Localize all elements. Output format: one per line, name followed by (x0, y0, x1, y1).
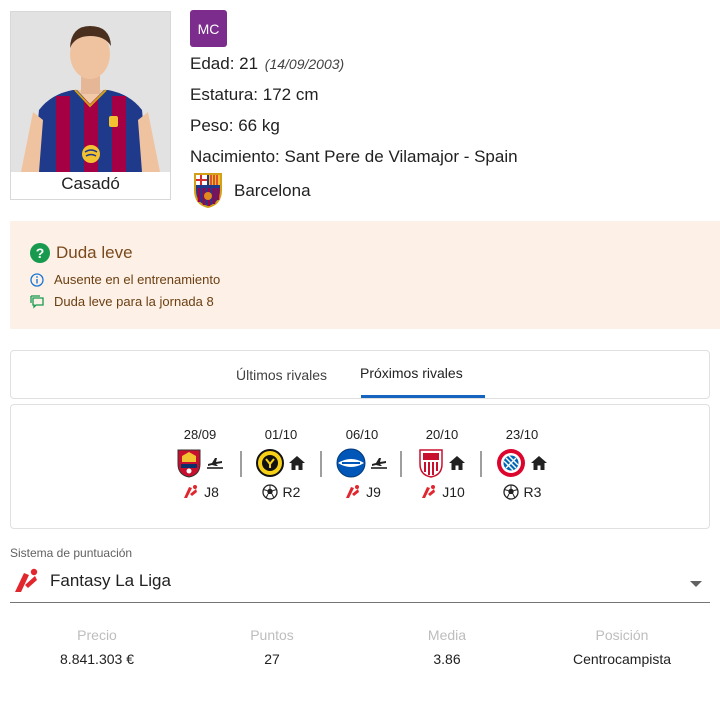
scoring-system-label: Sistema de puntuación (10, 546, 133, 560)
stat-position: Posición Centrocampista (542, 627, 702, 667)
fixture-item[interactable]: 23/10 R3 (487, 427, 557, 503)
stat-value: 27 (264, 651, 280, 667)
stat-value: 8.841.303 € (60, 651, 134, 667)
tab-next-rivals[interactable]: Próximos rivales (360, 365, 463, 381)
barcelona-crest-icon[interactable] (191, 172, 225, 208)
stat-label: Puntos (250, 627, 294, 643)
scoring-system-select[interactable]: Fantasy La Liga (10, 563, 710, 603)
status-line-matchday: Duda leve para la jornada 8 (30, 294, 214, 309)
fixture-item[interactable]: 06/10 J9 (327, 427, 397, 503)
status-title: ? Duda leve (30, 243, 133, 263)
status-line-training: Ausente en el entrenamiento (30, 272, 220, 287)
fixture-item[interactable]: 28/09 J8 (165, 427, 235, 503)
osasuna-crest-icon (177, 449, 201, 478)
injury-status-panel: ? Duda leve Ausente en el entrenamiento … (10, 221, 720, 329)
player-photo-card: Casadó (10, 11, 171, 200)
home-icon (289, 456, 305, 470)
bayern-crest-icon (497, 449, 525, 477)
height-line: Estatura: 172 cm (190, 85, 319, 104)
birthplace-line: Nacimiento: Sant Pere de Vilamajor - Spa… (190, 147, 518, 166)
laliga-logo-icon (15, 568, 38, 592)
age-label: Edad: 21 (190, 54, 259, 73)
status-title-text: Duda leve (56, 243, 133, 262)
stat-price: Precio 8.841.303 € (17, 627, 177, 667)
position-badge: MC (190, 10, 227, 47)
status-line-text: Duda leve para la jornada 8 (54, 294, 214, 309)
rivals-tabs: Últimos rivales Próximos rivales (10, 350, 710, 399)
scoring-system-value: Fantasy La Liga (50, 571, 171, 590)
fixture-round: J9 (366, 484, 381, 500)
fixture-date: 23/10 (505, 427, 539, 442)
active-tab-indicator (361, 395, 485, 398)
tab-last-rivals[interactable]: Últimos rivales (236, 367, 327, 383)
laliga-icon (346, 485, 360, 498)
fixture-date: 06/10 (345, 427, 379, 442)
fixture-separator (240, 451, 242, 477)
away-plane-icon (371, 458, 387, 469)
fixture-round: J10 (442, 484, 465, 500)
stat-label: Precio (77, 627, 117, 643)
fixture-date: 01/10 (264, 427, 298, 442)
home-icon (449, 456, 465, 470)
fixture-date: 28/09 (183, 427, 217, 442)
stat-average: Media 3.86 (367, 627, 527, 667)
stat-value: Centrocampista (572, 651, 672, 667)
stat-label: Posición (595, 627, 649, 643)
fixtures-panel: 28/09 J8 01/10 R2 06/10 J9 20/10 J10 23/… (10, 404, 710, 529)
alaves-crest-icon (336, 448, 366, 478)
fixture-item[interactable]: 01/10 R2 (246, 427, 316, 503)
dropdown-caret-icon[interactable] (690, 581, 702, 587)
stat-label: Media (427, 627, 467, 643)
fixture-date: 20/10 (425, 427, 459, 442)
team-name[interactable]: Barcelona (234, 181, 311, 201)
fixture-separator (320, 451, 322, 477)
weight-line: Peso: 66 kg (190, 116, 280, 135)
fixture-round: R2 (282, 484, 301, 500)
player-photo (11, 12, 170, 172)
away-plane-icon (207, 458, 223, 469)
fixture-round: R3 (523, 484, 542, 500)
status-line-text: Ausente en el entrenamiento (54, 272, 221, 287)
young-boys-crest-icon (256, 449, 284, 477)
laliga-icon (422, 485, 436, 498)
laliga-icon (184, 485, 198, 498)
fixture-item[interactable]: 20/10 J10 (407, 427, 477, 503)
sevilla-crest-icon (419, 449, 443, 478)
champions-ball-icon (261, 484, 278, 500)
info-icon (30, 272, 44, 287)
stat-value: 3.86 (433, 651, 461, 667)
fixture-separator (480, 451, 482, 477)
player-name: Casadó (61, 174, 120, 193)
home-icon (531, 456, 547, 470)
fixture-round: J8 (204, 484, 219, 500)
birth-date: (14/09/2003) (264, 56, 345, 72)
question-icon: ? (30, 243, 50, 263)
champions-ball-icon (502, 484, 519, 500)
stat-points: Puntos 27 (192, 627, 352, 667)
age-line: Edad: 21 (14/09/2003) (190, 54, 344, 74)
comment-icon (30, 294, 44, 309)
fixture-separator (400, 451, 402, 477)
